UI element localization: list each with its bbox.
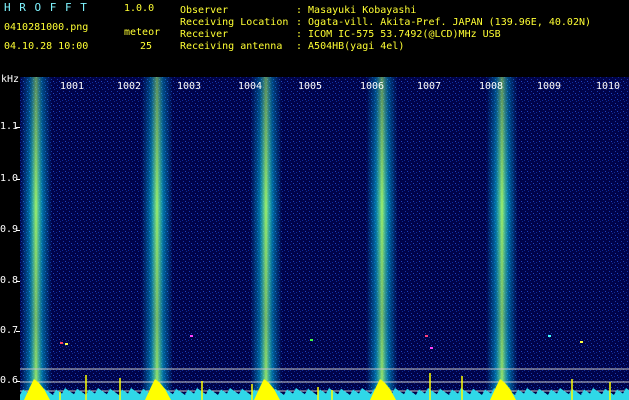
observer-value: : Masayuki Kobayashi bbox=[296, 5, 417, 16]
minute-label: 1002 bbox=[117, 81, 141, 92]
signal-speck bbox=[190, 335, 193, 337]
minute-label: 1008 bbox=[479, 81, 503, 92]
location-value: : Ogata-vill. Akita-Pref. JAPAN (139.96E… bbox=[296, 17, 592, 28]
echo-stripe bbox=[366, 77, 398, 400]
receiver-label: Receiver bbox=[180, 29, 229, 40]
minute-label: 1009 bbox=[537, 81, 561, 92]
app-version: 1.0.0 bbox=[124, 3, 155, 14]
minute-label: 1010 bbox=[596, 81, 620, 92]
y-axis: kHz 1.1 1.0 0.9 0.8 0.7 0.6 bbox=[0, 74, 20, 400]
antenna-label: Receiving antenna bbox=[180, 41, 283, 52]
echo-stripe bbox=[486, 77, 518, 400]
app-name: H R O F F T bbox=[4, 1, 88, 14]
minute-label: 1005 bbox=[298, 81, 322, 92]
spectrogram-plot: 1001 1002 1003 1004 1005 1006 1007 1008 1009 1010 bbox=[20, 77, 629, 400]
echo-stripe bbox=[250, 77, 282, 400]
spectrogram-canvas: 1001 1002 1003 1004 1005 1006 1007 1008 1009 1010 bbox=[20, 77, 629, 400]
observation-datetime: 04.10.28 10:00 bbox=[4, 41, 89, 52]
echo-stripe bbox=[141, 77, 173, 400]
noise-background bbox=[20, 77, 629, 400]
signal-speck bbox=[310, 339, 313, 341]
signal-speck bbox=[430, 347, 433, 349]
y-axis-unit: kHz bbox=[1, 74, 20, 85]
echo-stripe bbox=[20, 77, 52, 400]
antenna-value: : A504HB(yagi 4el) bbox=[296, 41, 405, 52]
meteor-count: 25 bbox=[140, 41, 153, 52]
location-label: Receiving Location bbox=[180, 17, 289, 28]
signal-speck bbox=[425, 335, 428, 337]
file-name: 0410281000.png bbox=[4, 22, 89, 33]
signal-speck bbox=[60, 342, 63, 344]
receiver-value: : ICOM IC-575 53.7492(@LCD)MHz USB bbox=[296, 29, 501, 40]
meteor-label: meteor bbox=[124, 27, 161, 38]
signal-speck bbox=[580, 341, 583, 343]
observer-label: Observer bbox=[180, 5, 229, 16]
signal-speck bbox=[65, 343, 68, 345]
minute-label: 1003 bbox=[177, 81, 201, 92]
minute-label: 1007 bbox=[417, 81, 441, 92]
minute-label: 1006 bbox=[360, 81, 384, 92]
minute-label: 1001 bbox=[60, 81, 84, 92]
minute-label: 1004 bbox=[238, 81, 262, 92]
signal-speck bbox=[548, 335, 551, 337]
